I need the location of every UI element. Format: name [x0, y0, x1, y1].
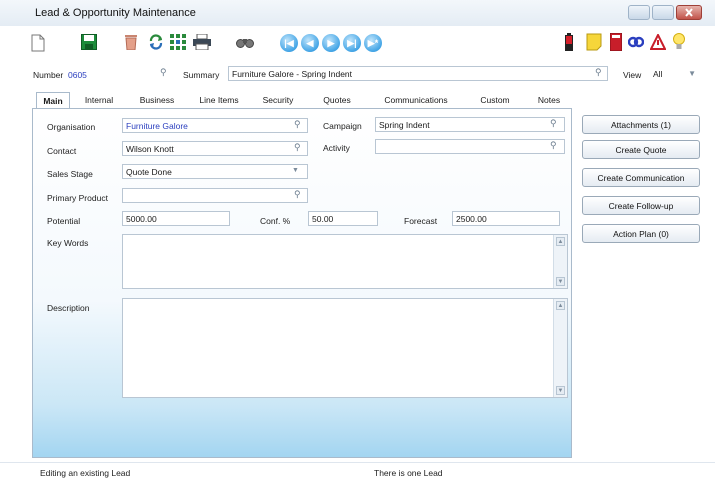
- status-center: There is one Lead: [374, 468, 443, 478]
- tab-internal[interactable]: Internal: [80, 92, 118, 109]
- key-words-scrollbar[interactable]: ▲ ▼: [553, 235, 567, 288]
- summary-field[interactable]: Furniture Galore - Spring Indent: [228, 66, 608, 81]
- view-value: All: [653, 69, 663, 79]
- title-bar: Lead & Opportunity Maintenance: [0, 0, 715, 26]
- status-bar: Editing an existing Lead There is one Le…: [0, 462, 715, 481]
- key-words-textarea[interactable]: ▲ ▼: [122, 234, 568, 289]
- tab-business[interactable]: Business: [136, 92, 178, 109]
- potential-field[interactable]: 5000.00: [122, 211, 230, 226]
- nav-prev-icon[interactable]: ◀: [301, 34, 319, 52]
- close-button[interactable]: [676, 5, 702, 20]
- conf-value: 50.00: [312, 214, 334, 224]
- view-select[interactable]: All ▼: [650, 66, 700, 81]
- lightbulb-icon[interactable]: [672, 32, 686, 52]
- grid-icon[interactable]: [169, 32, 187, 52]
- campaign-field[interactable]: Spring Indent: [375, 117, 565, 132]
- number-label: Number: [33, 70, 64, 80]
- nav-new-icon[interactable]: ▶*: [364, 34, 382, 52]
- attachments-button[interactable]: Attachments (1): [582, 115, 700, 134]
- description-scrollbar[interactable]: ▲ ▼: [553, 299, 567, 397]
- summary-label: Summary: [183, 70, 220, 80]
- scroll-down-icon[interactable]: ▼: [556, 277, 565, 286]
- maximize-button[interactable]: [652, 5, 674, 20]
- scroll-up-icon[interactable]: ▲: [556, 301, 565, 310]
- sales-stage-select[interactable]: Quote Done: [122, 164, 308, 179]
- nav-next-icon[interactable]: ▶: [322, 34, 340, 52]
- potential-label: Potential: [47, 216, 81, 226]
- scroll-up-icon[interactable]: ▲: [556, 237, 565, 246]
- number-value[interactable]: 0605: [68, 70, 87, 80]
- activity-field[interactable]: [375, 139, 565, 154]
- campaign-lookup-icon[interactable]: ⚲: [550, 118, 557, 129]
- forecast-field[interactable]: 2500.00: [452, 211, 560, 226]
- tab-communications[interactable]: Communications: [376, 92, 456, 109]
- sales-stage-value: Quote Done: [126, 167, 172, 177]
- campaign-value: Spring Indent: [379, 120, 430, 130]
- number-lookup-icon[interactable]: ⚲: [160, 67, 167, 78]
- organisation-lookup-icon[interactable]: ⚲: [294, 119, 301, 130]
- tab-security[interactable]: Security: [258, 92, 298, 109]
- view-label: View: [623, 70, 642, 80]
- organisation-field[interactable]: Furniture Galore: [122, 118, 308, 133]
- campaign-label: Campaign: [323, 121, 362, 131]
- chevron-down-icon: ▼: [688, 69, 696, 78]
- create-follow-up-button[interactable]: Create Follow-up: [582, 196, 700, 215]
- create-quote-button[interactable]: Create Quote: [582, 140, 700, 159]
- chevron-down-icon[interactable]: ▼: [292, 167, 299, 174]
- create-communication-button[interactable]: Create Communication: [582, 168, 700, 187]
- tab-custom[interactable]: Custom: [476, 92, 514, 109]
- contact-label: Contact: [47, 146, 77, 156]
- battery-icon[interactable]: [564, 32, 574, 52]
- contact-value: Wilson Knott: [126, 144, 174, 154]
- nav-last-icon[interactable]: ▶|: [343, 34, 361, 52]
- conf-label: Conf. %: [260, 216, 291, 226]
- scroll-down-icon[interactable]: ▼: [556, 386, 565, 395]
- alert-icon[interactable]: [649, 32, 667, 52]
- minimize-button[interactable]: [628, 5, 650, 20]
- binoculars-icon[interactable]: [235, 34, 255, 50]
- contact-field[interactable]: Wilson Knott: [122, 141, 308, 156]
- link-icon[interactable]: [627, 32, 645, 52]
- tab-quotes[interactable]: Quotes: [318, 92, 356, 109]
- action-plan-button[interactable]: Action Plan (0): [582, 224, 700, 243]
- description-textarea[interactable]: ▲ ▼: [122, 298, 568, 398]
- refresh-icon[interactable]: [147, 32, 165, 52]
- summary-lookup-icon[interactable]: ⚲: [595, 67, 602, 78]
- print-icon[interactable]: [191, 32, 213, 52]
- sales-stage-label: Sales Stage: [47, 169, 93, 179]
- potential-value: 5000.00: [126, 214, 157, 224]
- tab-bar: Main Internal Business Line Items Securi…: [32, 92, 572, 109]
- tab-main[interactable]: Main: [36, 92, 70, 109]
- organisation-value: Furniture Galore: [126, 121, 188, 131]
- contact-lookup-icon[interactable]: ⚲: [294, 142, 301, 153]
- status-left: Editing an existing Lead: [40, 468, 131, 478]
- activity-lookup-icon[interactable]: ⚲: [550, 140, 557, 151]
- note-icon[interactable]: [585, 32, 603, 52]
- save-icon[interactable]: [80, 32, 98, 52]
- window-title: Lead & Opportunity Maintenance: [35, 7, 196, 19]
- tab-notes[interactable]: Notes: [532, 92, 566, 109]
- primary-product-label: Primary Product: [47, 193, 108, 203]
- forecast-value: 2500.00: [456, 214, 487, 224]
- delete-icon[interactable]: [124, 32, 138, 52]
- primary-product-field[interactable]: [122, 188, 308, 203]
- key-words-label: Key Words: [47, 238, 89, 248]
- conf-field[interactable]: 50.00: [308, 211, 378, 226]
- activity-label: Activity: [323, 143, 350, 153]
- book-icon[interactable]: [609, 32, 623, 52]
- primary-product-lookup-icon[interactable]: ⚲: [294, 189, 301, 200]
- forecast-label: Forecast: [404, 216, 438, 226]
- new-document-icon[interactable]: [30, 32, 46, 54]
- description-label: Description: [47, 303, 90, 313]
- close-icon: [685, 8, 693, 17]
- nav-first-icon[interactable]: |◀: [280, 34, 298, 52]
- organisation-label: Organisation: [47, 122, 96, 132]
- toolbar: |◀ ◀ ▶ ▶| ▶*: [0, 26, 715, 60]
- summary-value: Furniture Galore - Spring Indent: [232, 69, 353, 79]
- tab-line-items[interactable]: Line Items: [195, 92, 243, 109]
